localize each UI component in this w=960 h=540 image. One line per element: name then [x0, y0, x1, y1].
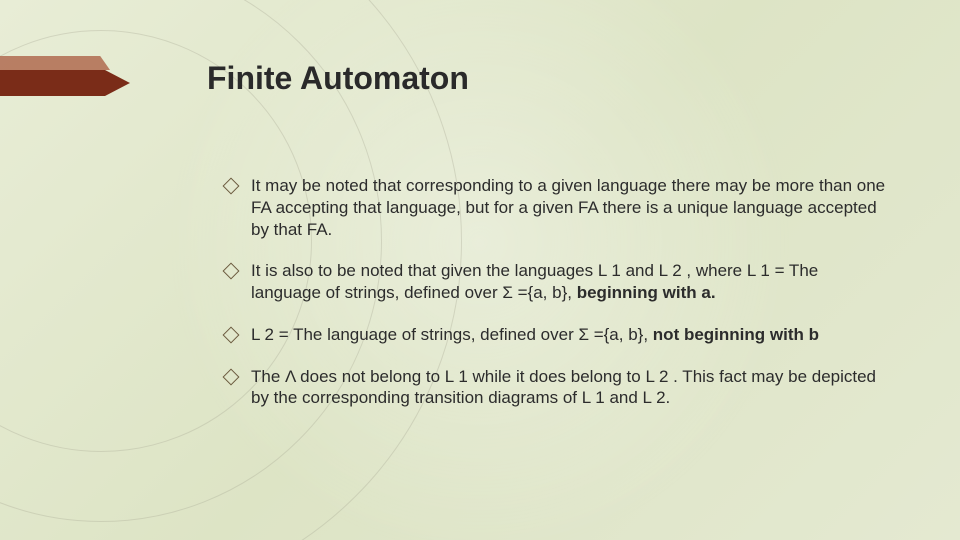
- bullet-text: It may be noted that corresponding to a …: [251, 175, 890, 240]
- slide-body: It may be noted that corresponding to a …: [225, 175, 890, 429]
- diamond-bullet-icon: [223, 326, 240, 343]
- bullet-text: It is also to be noted that given the la…: [251, 260, 890, 304]
- bullet-item: L 2 = The language of strings, defined o…: [225, 324, 890, 346]
- bullet-text: L 2 = The language of strings, defined o…: [251, 324, 890, 346]
- slide-title: Finite Automaton: [207, 60, 469, 97]
- bullet-item: It is also to be noted that given the la…: [225, 260, 890, 304]
- diamond-bullet-icon: [223, 263, 240, 280]
- bullet-item: It may be noted that corresponding to a …: [225, 175, 890, 240]
- diamond-bullet-icon: [223, 368, 240, 385]
- bullet-item: The Λ does not belong to L 1 while it do…: [225, 366, 890, 410]
- accent-ribbon: [0, 70, 130, 96]
- diamond-bullet-icon: [223, 178, 240, 195]
- bullet-text: The Λ does not belong to L 1 while it do…: [251, 366, 890, 410]
